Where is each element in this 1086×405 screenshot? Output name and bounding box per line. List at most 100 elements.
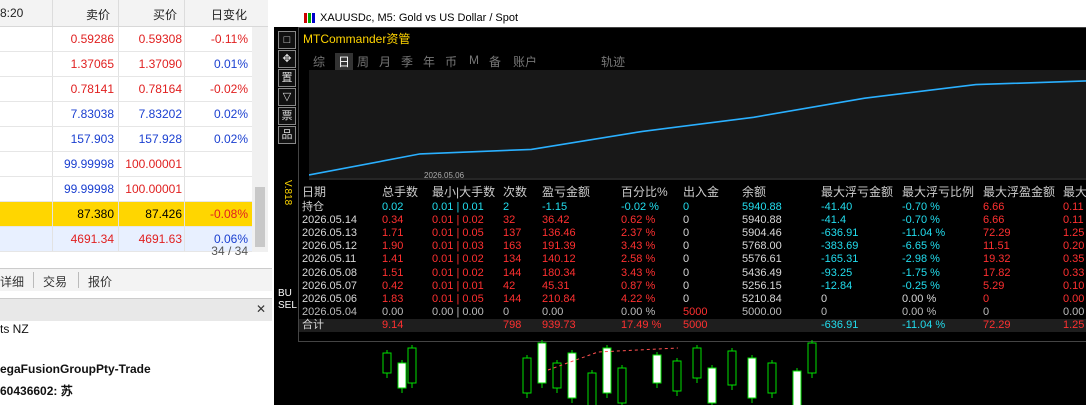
row-divider xyxy=(118,127,119,151)
column-header: 最小|大手数 xyxy=(432,185,496,199)
table-cell: 0.11 xyxy=(1063,201,1084,213)
market-watch-row[interactable]: 0.59286 0.59308 -0.11% xyxy=(0,27,252,52)
period-tab[interactable]: M xyxy=(469,53,479,67)
tab-detail[interactable]: 详细 xyxy=(0,273,24,290)
market-watch-row[interactable]: 87.380 87.426 -0.08% xyxy=(0,202,252,227)
buy-column-header[interactable]: 买价 xyxy=(153,6,177,23)
market-watch-tabs: 详细 交易 报价 xyxy=(0,268,272,291)
table-cell: -12.84 xyxy=(821,279,853,292)
move-icon[interactable]: ✥ xyxy=(278,50,296,68)
goods-icon[interactable]: 品 xyxy=(278,126,296,144)
table-cell: 1.90 xyxy=(382,240,404,253)
change-price: -0.02% xyxy=(209,82,248,96)
header-divider xyxy=(184,0,185,26)
market-watch-row[interactable]: 99.99998 100.00001 xyxy=(0,177,252,202)
market-watch-row[interactable]: 1.37065 1.37090 0.01% xyxy=(0,52,252,77)
period-tab[interactable]: 综 xyxy=(313,53,325,70)
sell-price: 87.380 xyxy=(77,207,114,221)
change-column-header[interactable]: 日变化 xyxy=(211,6,247,23)
table-cell: 0.20 xyxy=(1063,240,1085,253)
table-cell: 合计 xyxy=(302,318,324,331)
window-icon[interactable]: □ xyxy=(278,31,296,49)
market-watch-row[interactable]: 7.83038 7.83202 0.02% xyxy=(0,102,252,127)
buy-price: 157.928 xyxy=(138,132,182,146)
table-total-row: 合计 9.14 798 939.73 17.49 % 5000 -636.91 -11.04 … xyxy=(299,318,1086,332)
close-icon[interactable]: ✕ xyxy=(256,302,266,316)
period-tab[interactable]: 日 xyxy=(335,53,354,70)
period-tab[interactable]: 轨迹 xyxy=(601,53,625,70)
table-cell: 0.00 % xyxy=(902,305,937,318)
table-cell: 0.34 xyxy=(382,214,404,227)
row-divider xyxy=(118,202,119,226)
table-cell: 939.73 xyxy=(542,318,576,331)
table-cell: 1.83 xyxy=(382,292,404,305)
table-cell: 0 xyxy=(983,292,990,305)
candle-body xyxy=(382,352,392,374)
candle-body xyxy=(617,367,627,404)
chart-toolstrip: □ ✥ 置 ▽ 票品 xyxy=(274,27,298,145)
navigator-item[interactable]: ts NZ xyxy=(0,322,29,336)
table-cell: 0.11 xyxy=(1063,214,1084,227)
calendar-icon[interactable]: 票 xyxy=(278,107,296,125)
row-divider xyxy=(118,102,119,126)
market-watch-row[interactable]: 0.78141 0.78164 -0.02% xyxy=(0,77,252,102)
table-cell: 4.22 % xyxy=(621,292,656,305)
tab-report[interactable]: 报价 xyxy=(88,273,112,290)
row-divider xyxy=(118,27,119,51)
column-header: 最大 xyxy=(1063,185,1086,199)
sell-price: 99.99998 xyxy=(63,157,114,171)
table-cell: 3.43 % xyxy=(621,266,656,279)
row-divider xyxy=(52,127,53,151)
period-tab[interactable]: 账户 xyxy=(513,53,537,70)
table-cell: 0 xyxy=(683,227,690,240)
period-tab[interactable]: 周 xyxy=(357,53,369,70)
chart-window: XAUUSDc, M5: Gold vs US Dollar / Spot □ ✥… xyxy=(274,10,1086,405)
period-tab[interactable]: 年 xyxy=(423,53,435,70)
navigator-account[interactable]: 60436602: 苏 xyxy=(0,382,73,399)
row-divider xyxy=(52,27,53,51)
candle-body xyxy=(767,362,777,394)
table-cell: 36.42 xyxy=(542,214,570,227)
table-cell: 210.84 xyxy=(542,292,576,305)
column-header: 最大浮亏比例 xyxy=(902,185,975,199)
table-cell: 72.29 xyxy=(983,227,1011,240)
row-divider xyxy=(184,227,185,251)
table-cell: -41.4 xyxy=(821,214,847,227)
sell-column-header[interactable]: 卖价 xyxy=(86,6,110,23)
buy-price: 100.00001 xyxy=(125,182,182,196)
market-watch-header: 8:20 卖价 买价 日变化 xyxy=(0,0,268,27)
table-cell: 72.29 xyxy=(983,318,1011,331)
buy-label[interactable]: BU xyxy=(278,288,297,300)
period-tab[interactable]: 币 xyxy=(445,53,457,70)
sell-price: 99.99998 xyxy=(63,182,114,196)
period-tab[interactable]: 季 xyxy=(401,53,413,70)
time-label: 8:20 xyxy=(0,6,24,20)
period-tab[interactable]: 月 xyxy=(379,53,391,70)
navigator-header: ✕ xyxy=(0,298,272,321)
mtcommander-panel: MTCommander资管 综日周月季年币 M 备账户 轨迹 2026.05.06 日… xyxy=(298,27,1086,342)
scrollbar-thumb[interactable] xyxy=(255,187,265,247)
change-price: 0.02% xyxy=(213,107,248,121)
dropdown-icon[interactable]: ▽ xyxy=(278,88,296,106)
row-divider xyxy=(118,177,119,201)
table-cell: 1.25 xyxy=(1063,318,1085,331)
sell-price: 0.59286 xyxy=(70,32,114,46)
period-tab[interactable]: 备 xyxy=(489,53,501,70)
table-cell: 1.71 xyxy=(382,227,404,240)
market-watch-rows: 0.59286 0.59308 -0.11% 1.37065 1.37090 0.01% 0… xyxy=(0,27,252,252)
table-cell: 2026.05.12 xyxy=(302,240,358,253)
column-header: 百分比% xyxy=(621,185,668,199)
tab-trade[interactable]: 交易 xyxy=(43,273,67,290)
row-divider xyxy=(184,27,185,51)
settings-icon[interactable]: 置 xyxy=(278,69,296,87)
market-watch-row[interactable]: 99.99998 100.00001 xyxy=(0,152,252,177)
table-cell: 2026.05.07 xyxy=(302,279,358,292)
table-cell: 163 xyxy=(503,240,522,253)
market-watch-row[interactable]: 157.903 157.928 0.02% xyxy=(0,127,252,152)
market-watch-scrollbar[interactable] xyxy=(252,27,268,252)
table-cell: 6.66 xyxy=(983,201,1005,213)
sell-label[interactable]: SEL xyxy=(278,300,297,312)
navigator-item[interactable]: egaFusionGroupPty-Trade xyxy=(0,362,151,376)
buy-sell-label[interactable]: BU SEL xyxy=(278,288,297,312)
candle-body xyxy=(407,347,417,384)
